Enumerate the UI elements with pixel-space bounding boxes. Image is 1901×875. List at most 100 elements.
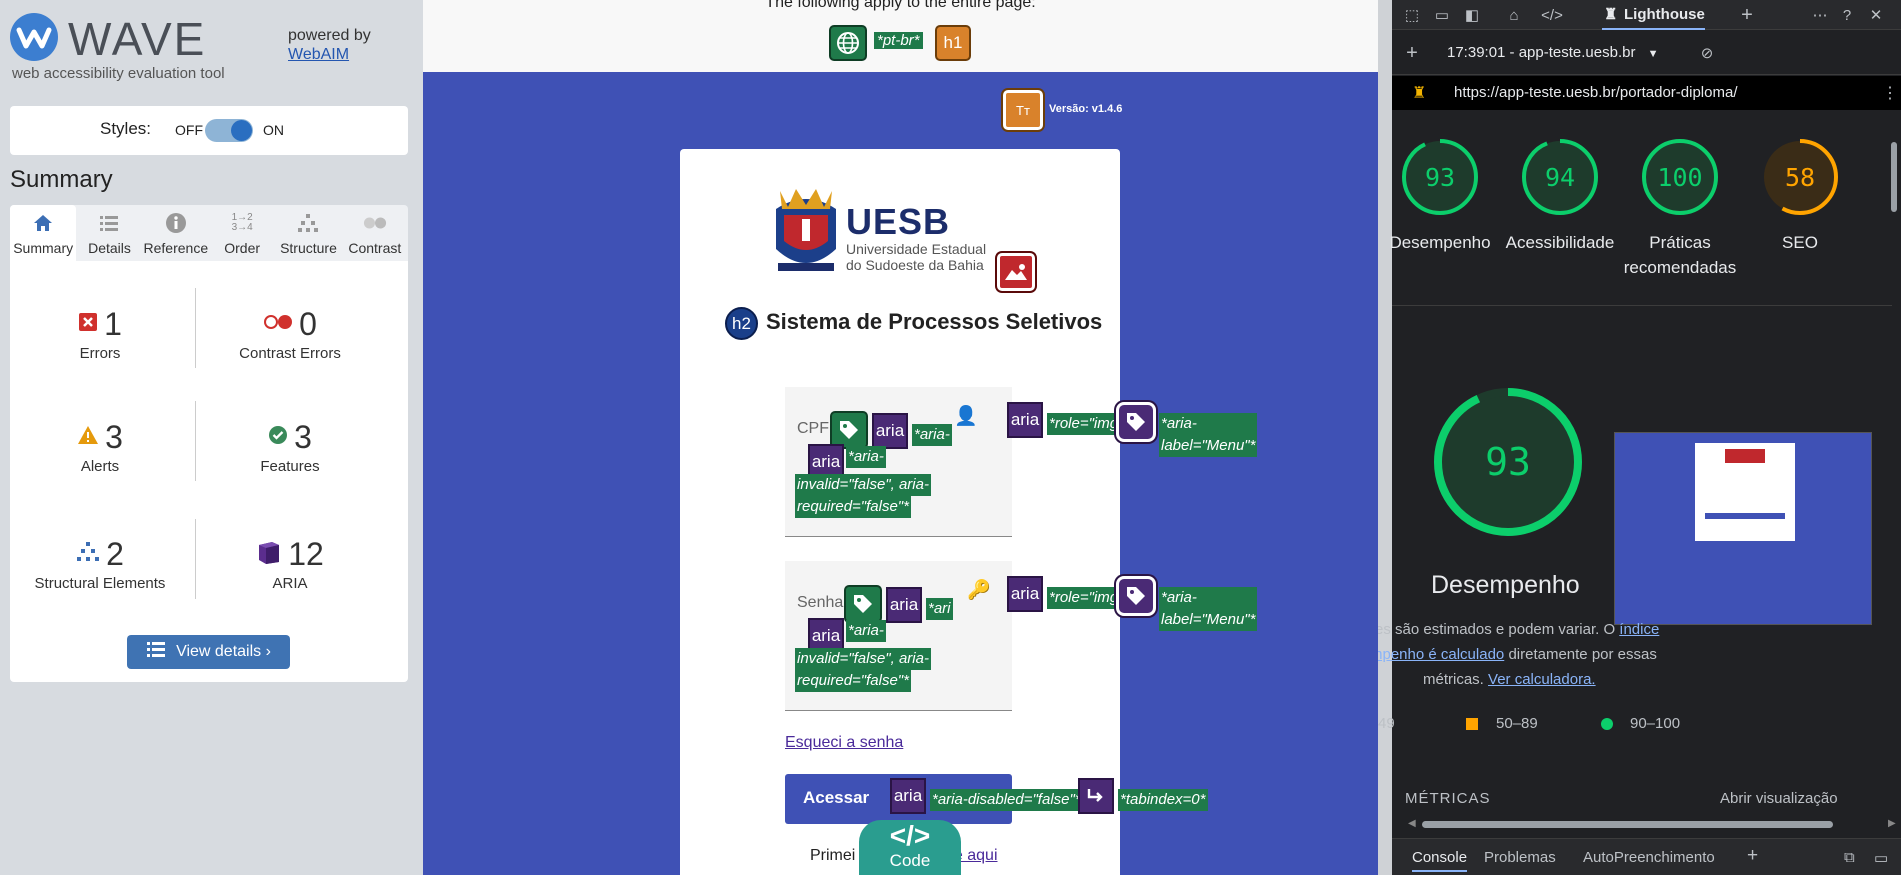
first-access-text: Primei <box>810 847 856 864</box>
horizontal-scrollbar[interactable]: ◀ ▶ <box>1408 818 1896 830</box>
home-icon[interactable]: ⌂ <box>1504 5 1524 25</box>
aria-stat[interactable]: 12 ARIA <box>200 536 380 592</box>
scroll-right-icon[interactable]: ▶ <box>1888 818 1896 829</box>
forgot-password-link[interactable]: Esqueci a senha <box>785 734 903 752</box>
help-icon[interactable]: ? <box>1837 5 1857 25</box>
description-text: diretamente por essas <box>1508 646 1657 663</box>
tab-details[interactable]: Details <box>76 205 142 261</box>
view-details-button[interactable]: View details › <box>127 635 290 669</box>
more-vertical-icon[interactable]: ⋮ <box>1882 83 1898 103</box>
tabindex-icon[interactable] <box>1078 778 1114 814</box>
aria-label-tag-icon[interactable] <box>1116 402 1156 442</box>
features-stat[interactable]: 3 Features <box>200 419 380 475</box>
wave-tabs: Summary Details Reference 1→2 3→4 Order S… <box>10 205 408 261</box>
wave-header: WAVE web accessibility evaluation tool p… <box>0 0 423 90</box>
clear-icon[interactable]: ⊘ <box>1697 43 1717 63</box>
webaim-link[interactable]: WebAIM <box>288 46 349 63</box>
autofill-tab[interactable]: AutoPreenchimento <box>1583 849 1715 866</box>
chevron-down-icon: ▼ <box>1647 48 1659 60</box>
score-gauge[interactable]: 93 <box>1400 137 1480 217</box>
structure-icon <box>296 212 320 234</box>
open-view-toggle[interactable]: Abrir visualização <box>1720 786 1838 811</box>
aria-label-tag-icon[interactable] <box>1116 576 1156 616</box>
contrast-errors-stat[interactable]: 0 Contrast Errors <box>200 306 380 362</box>
more-icon[interactable]: ⋯ <box>1810 5 1830 25</box>
tab-reference[interactable]: Reference <box>143 205 209 261</box>
new-report-icon[interactable]: + <box>1402 42 1422 64</box>
language-tag: *pt-br* <box>874 32 923 49</box>
error-icon <box>78 312 98 337</box>
aria-required-annotation: required="false"* <box>795 496 911 518</box>
tab-contrast[interactable]: Contrast <box>342 205 408 261</box>
report-url: https://app-teste.uesb.br/portador-diplo… <box>1454 84 1738 101</box>
big-score: 93 <box>1485 440 1531 484</box>
dock-icon[interactable]: ◧ <box>1462 5 1482 25</box>
contrast-errors-label: Contrast Errors <box>239 345 341 362</box>
devtools-tabbar: ⬚ ▭ ◧ ⌂ </> ♜ Lighthouse + ⋯ ? ✕ <box>1392 0 1901 30</box>
close-drawer-icon[interactable]: ▭ <box>1874 849 1888 867</box>
tab-contrast-label: Contrast <box>348 240 402 256</box>
aria-badge-text: aria <box>1010 584 1040 603</box>
description-text: métricas. <box>1423 671 1484 688</box>
lighthouse-icon: ♜ <box>1604 6 1618 23</box>
page-viewport: The following apply to the entire page: … <box>423 0 1378 875</box>
device-icon[interactable]: ▭ <box>1432 5 1452 25</box>
elements-icon[interactable]: </> <box>1541 5 1563 25</box>
lighthouse-tab[interactable]: ♜ Lighthouse <box>1602 0 1705 30</box>
scrollbar-thumb[interactable] <box>1422 821 1833 828</box>
divider <box>195 401 196 481</box>
tab-summary[interactable]: Summary <box>10 205 77 261</box>
vertical-scrollbar[interactable] <box>1890 122 1898 812</box>
score-gauge[interactable]: 94 <box>1520 137 1600 217</box>
alerts-count: 3 <box>105 419 123 455</box>
aria-icon[interactable]: aria <box>890 778 926 814</box>
language-globe-icon[interactable] <box>829 25 867 61</box>
undock-icon[interactable]: ⧉ <box>1844 849 1855 866</box>
scroll-left-icon[interactable]: ◀ <box>1408 818 1416 829</box>
aria-badge-text: aria <box>893 786 923 805</box>
summary-panel: 1 Errors 0 Contrast Errors 3 Alerts 3 Fe… <box>10 261 408 682</box>
structural-stat[interactable]: 2 Structural Elements <box>10 536 190 592</box>
errors-stat[interactable]: 1 Errors <box>10 306 190 362</box>
gauge-score: 58 <box>1785 163 1815 192</box>
styles-toggle[interactable] <box>205 119 253 142</box>
aria-icon[interactable]: aria <box>1007 576 1043 612</box>
wave-logo-text: WAVE <box>68 13 207 65</box>
calculator-link[interactable]: Ver calculadora. <box>1488 671 1596 688</box>
tab-order[interactable]: 1→2 3→4 Order <box>209 205 275 261</box>
aria-invalid-annotation: invalid="false", aria- <box>795 648 931 670</box>
add-tab-icon[interactable]: + <box>1737 4 1757 26</box>
image-error-icon[interactable] <box>997 253 1035 291</box>
aria-icon[interactable]: aria <box>886 587 922 623</box>
add-drawer-tab-icon[interactable]: + <box>1747 845 1758 867</box>
version-text: Versão: v1.4.6 <box>1049 103 1123 115</box>
contrast-icon <box>363 212 387 234</box>
alerts-stat[interactable]: 3 Alerts <box>10 419 190 475</box>
tab-structure[interactable]: Structure <box>275 205 341 261</box>
score-calculated-link[interactable]: mpenho é calculado <box>1378 646 1504 663</box>
h2-heading-icon[interactable]: h2 <box>725 307 758 340</box>
scrollbar-thumb[interactable] <box>1891 142 1897 212</box>
score-index-link[interactable]: índice <box>1619 621 1659 638</box>
description-line2: mpenho é calculado diretamente por essas <box>1378 642 1657 667</box>
h1-alert-icon[interactable]: h1 <box>935 25 971 61</box>
aria-icon[interactable]: aria <box>872 413 908 449</box>
close-icon[interactable]: ✕ <box>1866 5 1886 25</box>
problems-tab[interactable]: Problemas <box>1484 849 1556 866</box>
divider <box>1392 305 1892 306</box>
score-gauge[interactable]: 58 <box>1760 137 1840 217</box>
console-tab[interactable]: Console <box>1412 849 1468 872</box>
code-toggle-button[interactable]: </> Code <box>859 820 961 875</box>
text-size-alert-icon[interactable]: Tт <box>1003 90 1043 130</box>
score-gauge[interactable]: 100 <box>1640 137 1720 217</box>
inspect-icon[interactable]: ⬚ <box>1402 5 1422 25</box>
aria-icon[interactable]: aria <box>1007 402 1043 438</box>
gauge-label: Acessibilidade <box>1505 233 1615 252</box>
alerts-label: Alerts <box>80 458 120 475</box>
final-screenshot-thumbnail[interactable] <box>1614 432 1872 625</box>
label-tag-icon[interactable] <box>844 585 882 623</box>
divider <box>195 519 196 599</box>
report-selector[interactable]: 17:39:01 - app-teste.uesb.br ▼ <box>1447 44 1659 61</box>
devtools-resize-handle[interactable] <box>1378 0 1392 875</box>
tab-structure-label: Structure <box>280 240 337 256</box>
